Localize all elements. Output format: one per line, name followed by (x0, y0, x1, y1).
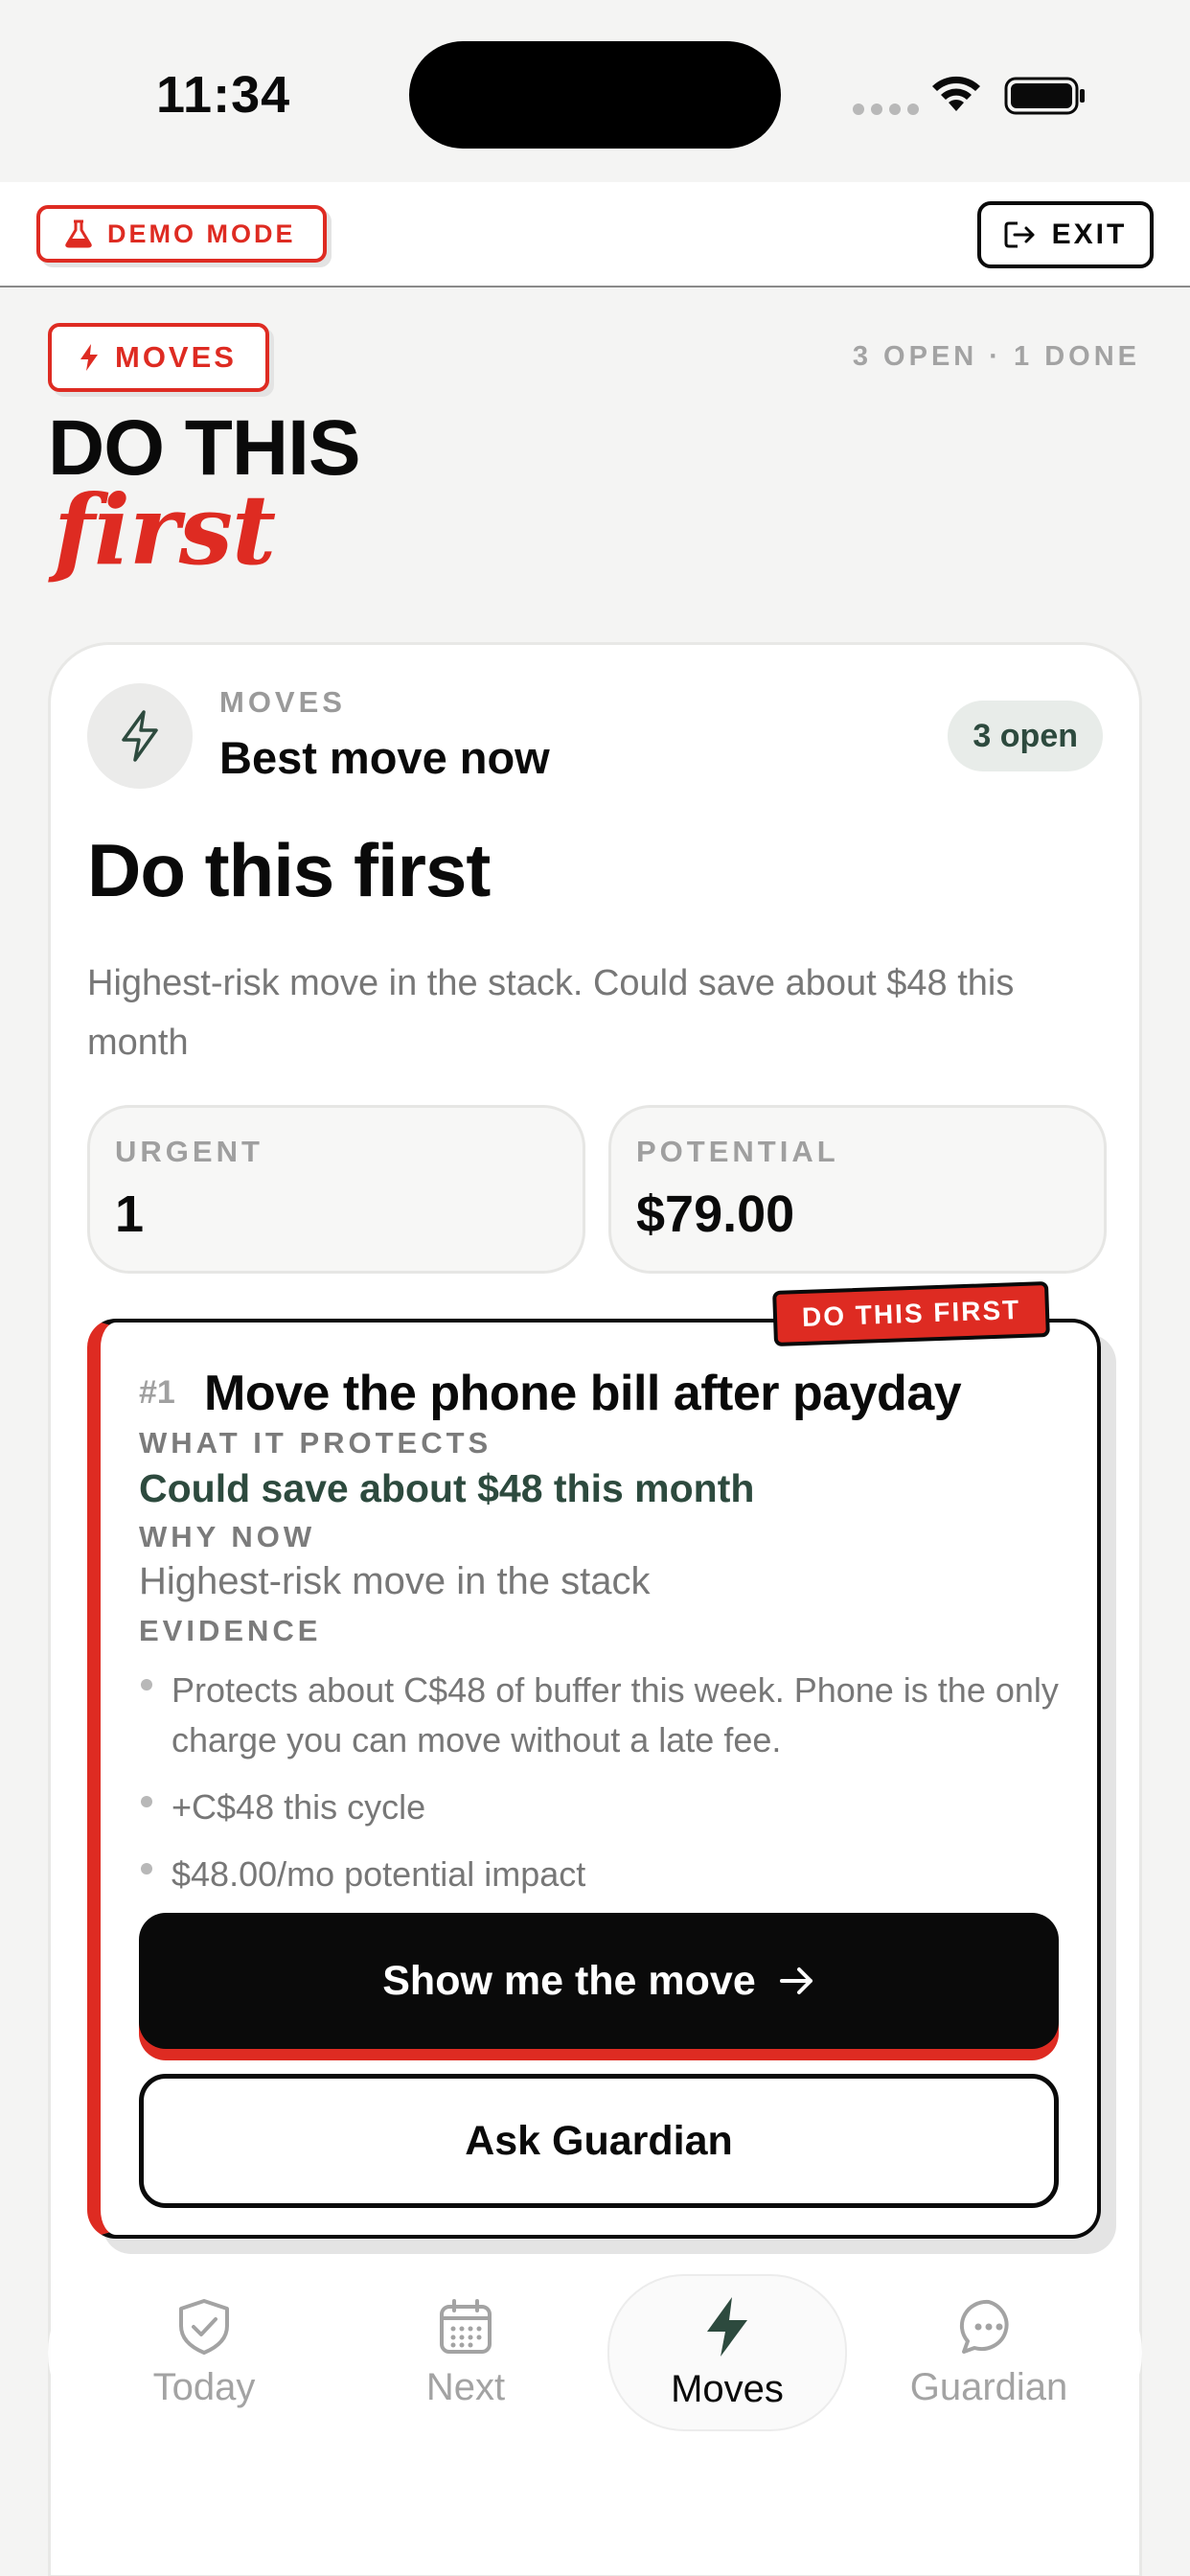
card-description: Highest-risk move in the stack. Could sa… (87, 963, 1015, 1063)
potential-stat: POTENTIAL $79.00 (608, 1105, 1107, 1274)
chat-bubble-icon (959, 2299, 1009, 2354)
protects-label: WHAT IT PROTECTS (139, 1426, 492, 1460)
app-bar: DEMO MODE EXIT (0, 182, 1190, 288)
cellular-signal-icon (853, 104, 919, 115)
moves-counts: 3 OPEN · 1 DONE (852, 341, 1140, 372)
stat-value: $79.00 (636, 1185, 795, 1243)
tab-next[interactable]: Next (346, 2274, 585, 2431)
page-title-accent: first (54, 473, 276, 586)
dynamic-island (409, 41, 781, 149)
evidence-label: EVIDENCE (139, 1614, 322, 1647)
evidence-list: Protects about C$48 of buffer this week.… (139, 1666, 1059, 1917)
open-count-pill: 3 open (948, 701, 1103, 771)
card-eyebrow: MOVES (219, 685, 346, 719)
battery-icon (1004, 77, 1085, 115)
shield-check-icon (179, 2298, 229, 2355)
calendar-icon (440, 2298, 492, 2354)
tab-label: Guardian (909, 2365, 1068, 2408)
tab-label: Moves (671, 2367, 784, 2410)
ask-guardian-label: Ask Guardian (465, 2117, 733, 2164)
ask-guardian-button[interactable]: Ask Guardian (139, 2074, 1059, 2208)
do-this-first-badge: DO THIS FIRST (771, 1280, 1050, 1347)
lightning-icon (707, 2296, 747, 2357)
wifi-icon (932, 76, 980, 111)
demo-mode-label: DEMO MODE (107, 218, 296, 248)
status-time: 11:34 (156, 66, 291, 124)
demo-mode-badge[interactable]: DEMO MODE (36, 205, 327, 263)
card-subtitle: Best move now (219, 732, 550, 783)
exit-label: EXIT (1051, 218, 1128, 250)
stat-label: POTENTIAL (636, 1135, 839, 1168)
card-title: Do this first (87, 828, 491, 912)
exit-icon (1004, 221, 1035, 248)
tab-guardian[interactable]: Guardian (869, 2274, 1109, 2431)
show-move-label: Show me the move (382, 1957, 756, 2004)
moves-tag-label: MOVES (115, 340, 237, 374)
stat-value: 1 (115, 1185, 145, 1243)
evidence-item: Protects about C$48 of buffer this week.… (139, 1666, 1059, 1765)
card-icon (87, 683, 193, 789)
protects-value: Could save about $48 this month (139, 1466, 755, 1510)
flask-icon (65, 219, 92, 248)
stat-label: URGENT (115, 1135, 263, 1168)
move-title: Move the phone bill after payday (204, 1366, 962, 1421)
bottom-tab-bar: Today Next Moves Guardian (48, 2266, 1142, 2439)
why-now-value: Highest-risk move in the stack (139, 1560, 651, 1602)
tab-label: Today (152, 2365, 256, 2408)
move-item[interactable]: DO THIS FIRST #1 Move the phone bill aft… (87, 1280, 1101, 2239)
lightning-icon (80, 344, 98, 371)
lightning-outline-icon (122, 710, 158, 762)
evidence-item: $48.00/mo potential impact (139, 1850, 1059, 1899)
moves-section-tag: MOVES (48, 323, 269, 392)
urgent-stat: URGENT 1 (87, 1105, 585, 1274)
tab-today[interactable]: Today (84, 2274, 324, 2431)
why-now-label: WHY NOW (139, 1520, 316, 1553)
status-bar: 11:34 (0, 0, 1190, 182)
move-rank: #1 (139, 1374, 175, 1411)
arrow-right-icon (779, 1967, 812, 1994)
show-me-the-move-button[interactable]: Show me the move (139, 1913, 1059, 2049)
evidence-item: +C$48 this cycle (139, 1782, 1059, 1832)
exit-button[interactable]: EXIT (977, 201, 1154, 268)
tab-moves[interactable]: Moves (607, 2274, 847, 2431)
tab-label: Next (425, 2365, 506, 2408)
